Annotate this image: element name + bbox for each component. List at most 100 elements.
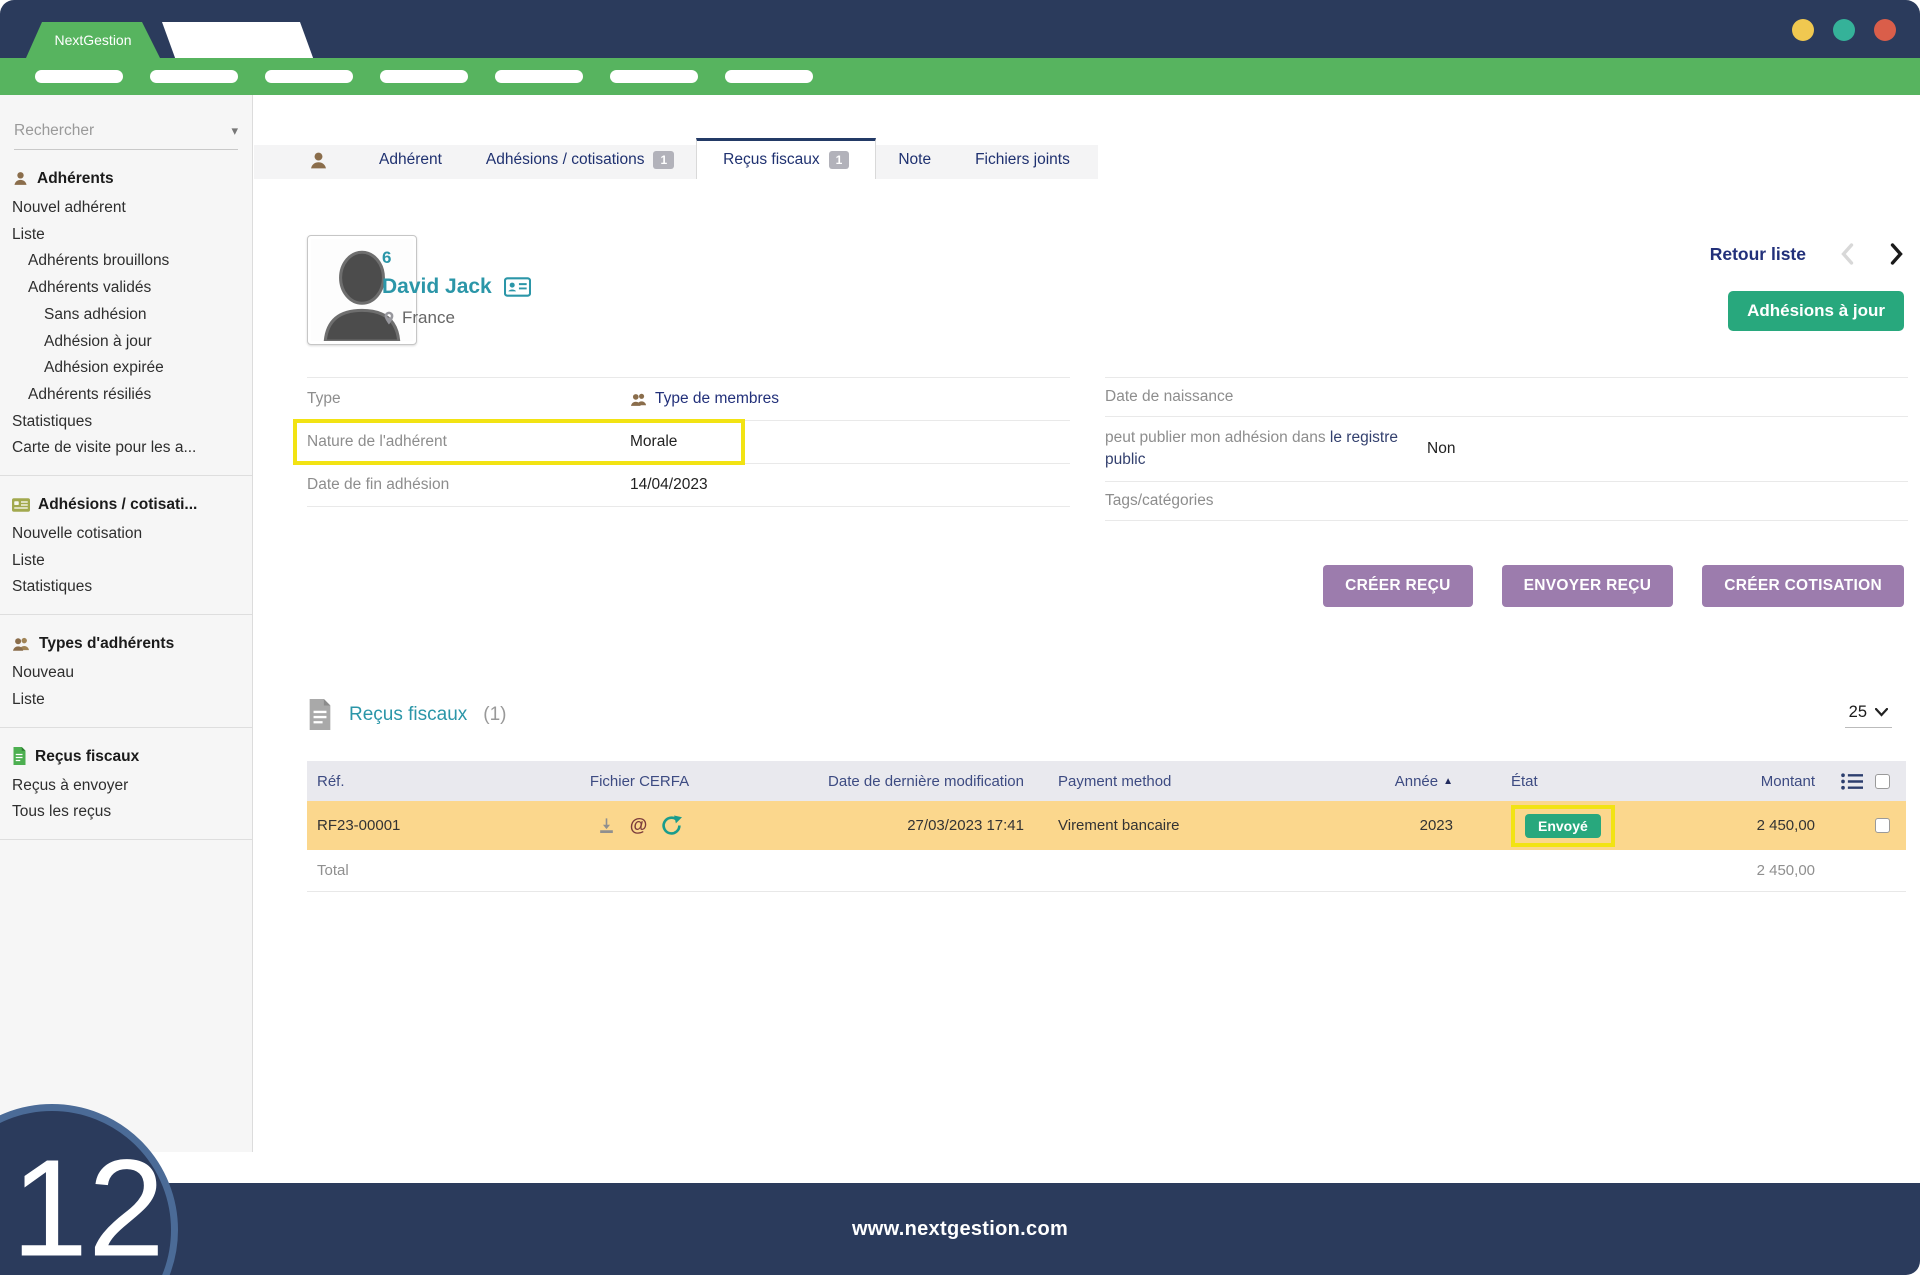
member-location: France	[402, 303, 455, 333]
create-contribution-button[interactable]: CRÉER COTISATION	[1702, 565, 1904, 607]
step-number: 12	[11, 1130, 165, 1275]
sidebar-search: ▾	[14, 122, 238, 150]
total-amount: 2 450,00	[1672, 862, 1821, 879]
sidebar-item-adherents-valides[interactable]: Adhérents validés	[12, 275, 252, 302]
footer-bar: www.nextgestion.com	[0, 1183, 1920, 1275]
receipt-modified-date: 27/03/2023 17:41	[732, 817, 1032, 834]
sidebar-item-sans-adhesion[interactable]: Sans adhésion	[12, 302, 252, 329]
sidebar-item-adhesion-a-jour[interactable]: Adhésion à jour	[12, 329, 252, 356]
column-header-payment[interactable]: Payment method	[1032, 773, 1352, 790]
nav-pill[interactable]	[265, 70, 353, 83]
tab-note[interactable]: Note	[876, 145, 953, 176]
nav-pill[interactable]	[35, 70, 123, 83]
create-receipt-button[interactable]: CRÉER REÇU	[1323, 565, 1472, 607]
action-buttons: CRÉER REÇU ENVOYER REÇU CRÉER COTISATION	[1323, 565, 1904, 607]
sidebar-section-title-adherents[interactable]: Adhérents	[12, 165, 252, 192]
sidebar-item-liste-cotisations[interactable]: Liste	[12, 548, 252, 575]
member-person-icon	[308, 150, 329, 171]
brand-name: NextGestion	[54, 32, 131, 48]
column-header-state[interactable]: État	[1467, 773, 1672, 790]
receipts-count: (1)	[483, 704, 506, 726]
membership-status-button[interactable]: Adhésions à jour	[1728, 291, 1904, 331]
member-id: 6	[382, 245, 531, 271]
nav-pill[interactable]	[150, 70, 238, 83]
sidebar-section-title-types[interactable]: Types d'adhérents	[12, 630, 252, 657]
back-to-list-link[interactable]: Retour liste	[1710, 244, 1806, 265]
footer-website-link[interactable]: www.nextgestion.com	[852, 1218, 1068, 1241]
nav-pill[interactable]	[380, 70, 468, 83]
sidebar-item-tous-les-recus[interactable]: Tous les reçus	[12, 799, 252, 826]
search-input[interactable]	[14, 122, 231, 140]
sidebar-item-nouvel-adherent[interactable]: Nouvel adhérent	[12, 195, 252, 222]
detail-label: Nature de l'adhérent	[307, 431, 630, 453]
sidebar-item-liste-types[interactable]: Liste	[12, 687, 252, 714]
list-view-icon[interactable]	[1841, 773, 1863, 790]
column-header-cerfa[interactable]: Fichier CERFA	[547, 773, 732, 790]
sidebar-item-nouvelle-cotisation[interactable]: Nouvelle cotisation	[12, 521, 252, 548]
receipts-section-header: Reçus fiscaux (1)	[307, 699, 507, 730]
refresh-icon[interactable]	[661, 815, 682, 836]
people-icon	[630, 392, 648, 407]
sidebar-section-title-recus[interactable]: Reçus fiscaux	[12, 743, 252, 770]
sidebar-section-types: Types d'adhérents Nouveau Liste	[12, 630, 252, 713]
location-pin-icon	[382, 309, 396, 327]
tab-adherent[interactable]: Adhérent	[357, 145, 464, 176]
tab-recus-fiscaux[interactable]: Reçus fiscaux 1	[696, 138, 876, 179]
status-badge-sent: Envoyé	[1525, 814, 1601, 838]
tab-adhesions-cotisations[interactable]: Adhésions / cotisations 1	[464, 145, 696, 176]
detail-label: Tags/catégories	[1105, 490, 1428, 512]
total-label: Total	[307, 862, 547, 879]
chevron-down-icon	[1875, 708, 1888, 717]
sidebar-item-adherents-resilies[interactable]: Adhérents résiliés	[12, 382, 252, 409]
document-icon	[307, 699, 333, 730]
send-email-icon[interactable]: @	[630, 815, 648, 836]
column-header-modified[interactable]: Date de dernière modification	[732, 773, 1032, 790]
sidebar-item-statistiques-cotisations[interactable]: Statistiques	[12, 574, 252, 601]
page-size-select[interactable]: 25	[1845, 701, 1892, 728]
detail-value-registre-public: Non	[1427, 427, 1455, 460]
nav-pill[interactable]	[610, 70, 698, 83]
detail-label: peut publier mon adhésion dans le regist…	[1105, 427, 1427, 471]
details-right-column: Date de naissance peut publier mon adhés…	[1105, 377, 1908, 521]
sidebar-section-title-cotisations[interactable]: Adhésions / cotisati...	[12, 491, 252, 518]
column-header-year[interactable]: Année ▲	[1352, 773, 1467, 790]
table-total-row: Total 2 450,00	[307, 850, 1906, 892]
detail-row-tags: Tags/catégories	[1105, 482, 1908, 521]
caret-down-icon[interactable]: ▾	[231, 123, 238, 139]
window-dot-yellow-icon[interactable]	[1792, 19, 1814, 41]
row-checkbox[interactable]	[1875, 818, 1890, 833]
sidebar-item-recus-a-envoyer[interactable]: Reçus à envoyer	[12, 773, 252, 800]
step-number-badge: 12	[0, 1104, 178, 1275]
tab-fichiers-joints[interactable]: Fichiers joints	[953, 145, 1092, 176]
sidebar-divider	[0, 727, 252, 728]
send-receipt-button[interactable]: ENVOYER REÇU	[1502, 565, 1674, 607]
sidebar-item-statistiques-adherents[interactable]: Statistiques	[12, 409, 252, 436]
column-header-ref[interactable]: Réf.	[307, 773, 547, 790]
window-dot-green-icon[interactable]	[1833, 19, 1855, 41]
previous-record-icon[interactable]	[1840, 243, 1855, 265]
sidebar-item-liste-adherents[interactable]: Liste	[12, 222, 252, 249]
next-record-icon[interactable]	[1889, 243, 1904, 265]
column-header-amount[interactable]: Montant	[1672, 773, 1821, 790]
sidebar-item-nouveau-type[interactable]: Nouveau	[12, 660, 252, 687]
window-dot-red-icon[interactable]	[1874, 19, 1896, 41]
tab-count-badge: 1	[829, 151, 850, 169]
column-header-select	[1821, 773, 1906, 790]
tab-count-badge: 1	[653, 151, 674, 169]
receipt-state-cell: Envoyé	[1467, 805, 1672, 847]
main-nav-bar	[0, 58, 1920, 95]
people-icon	[12, 636, 31, 652]
id-card-icon[interactable]	[504, 277, 531, 297]
download-icon[interactable]	[597, 816, 616, 835]
sidebar-item-adhesion-expiree[interactable]: Adhésion expirée	[12, 355, 252, 382]
member-name: David Jack	[382, 271, 492, 303]
nav-pill[interactable]	[495, 70, 583, 83]
select-all-checkbox[interactable]	[1875, 774, 1890, 789]
sidebar-item-adherents-brouillons[interactable]: Adhérents brouillons	[12, 248, 252, 275]
person-icon	[12, 170, 29, 187]
sidebar-item-carte-de-visite[interactable]: Carte de visite pour les a...	[12, 435, 252, 462]
receipt-row[interactable]: RF23-00001 @ 27/03/2023 17:41 Virement b…	[307, 801, 1906, 850]
nav-pill[interactable]	[725, 70, 813, 83]
sidebar-section-cotisations: Adhésions / cotisati... Nouvelle cotisat…	[12, 491, 252, 601]
window-controls	[1792, 19, 1896, 41]
